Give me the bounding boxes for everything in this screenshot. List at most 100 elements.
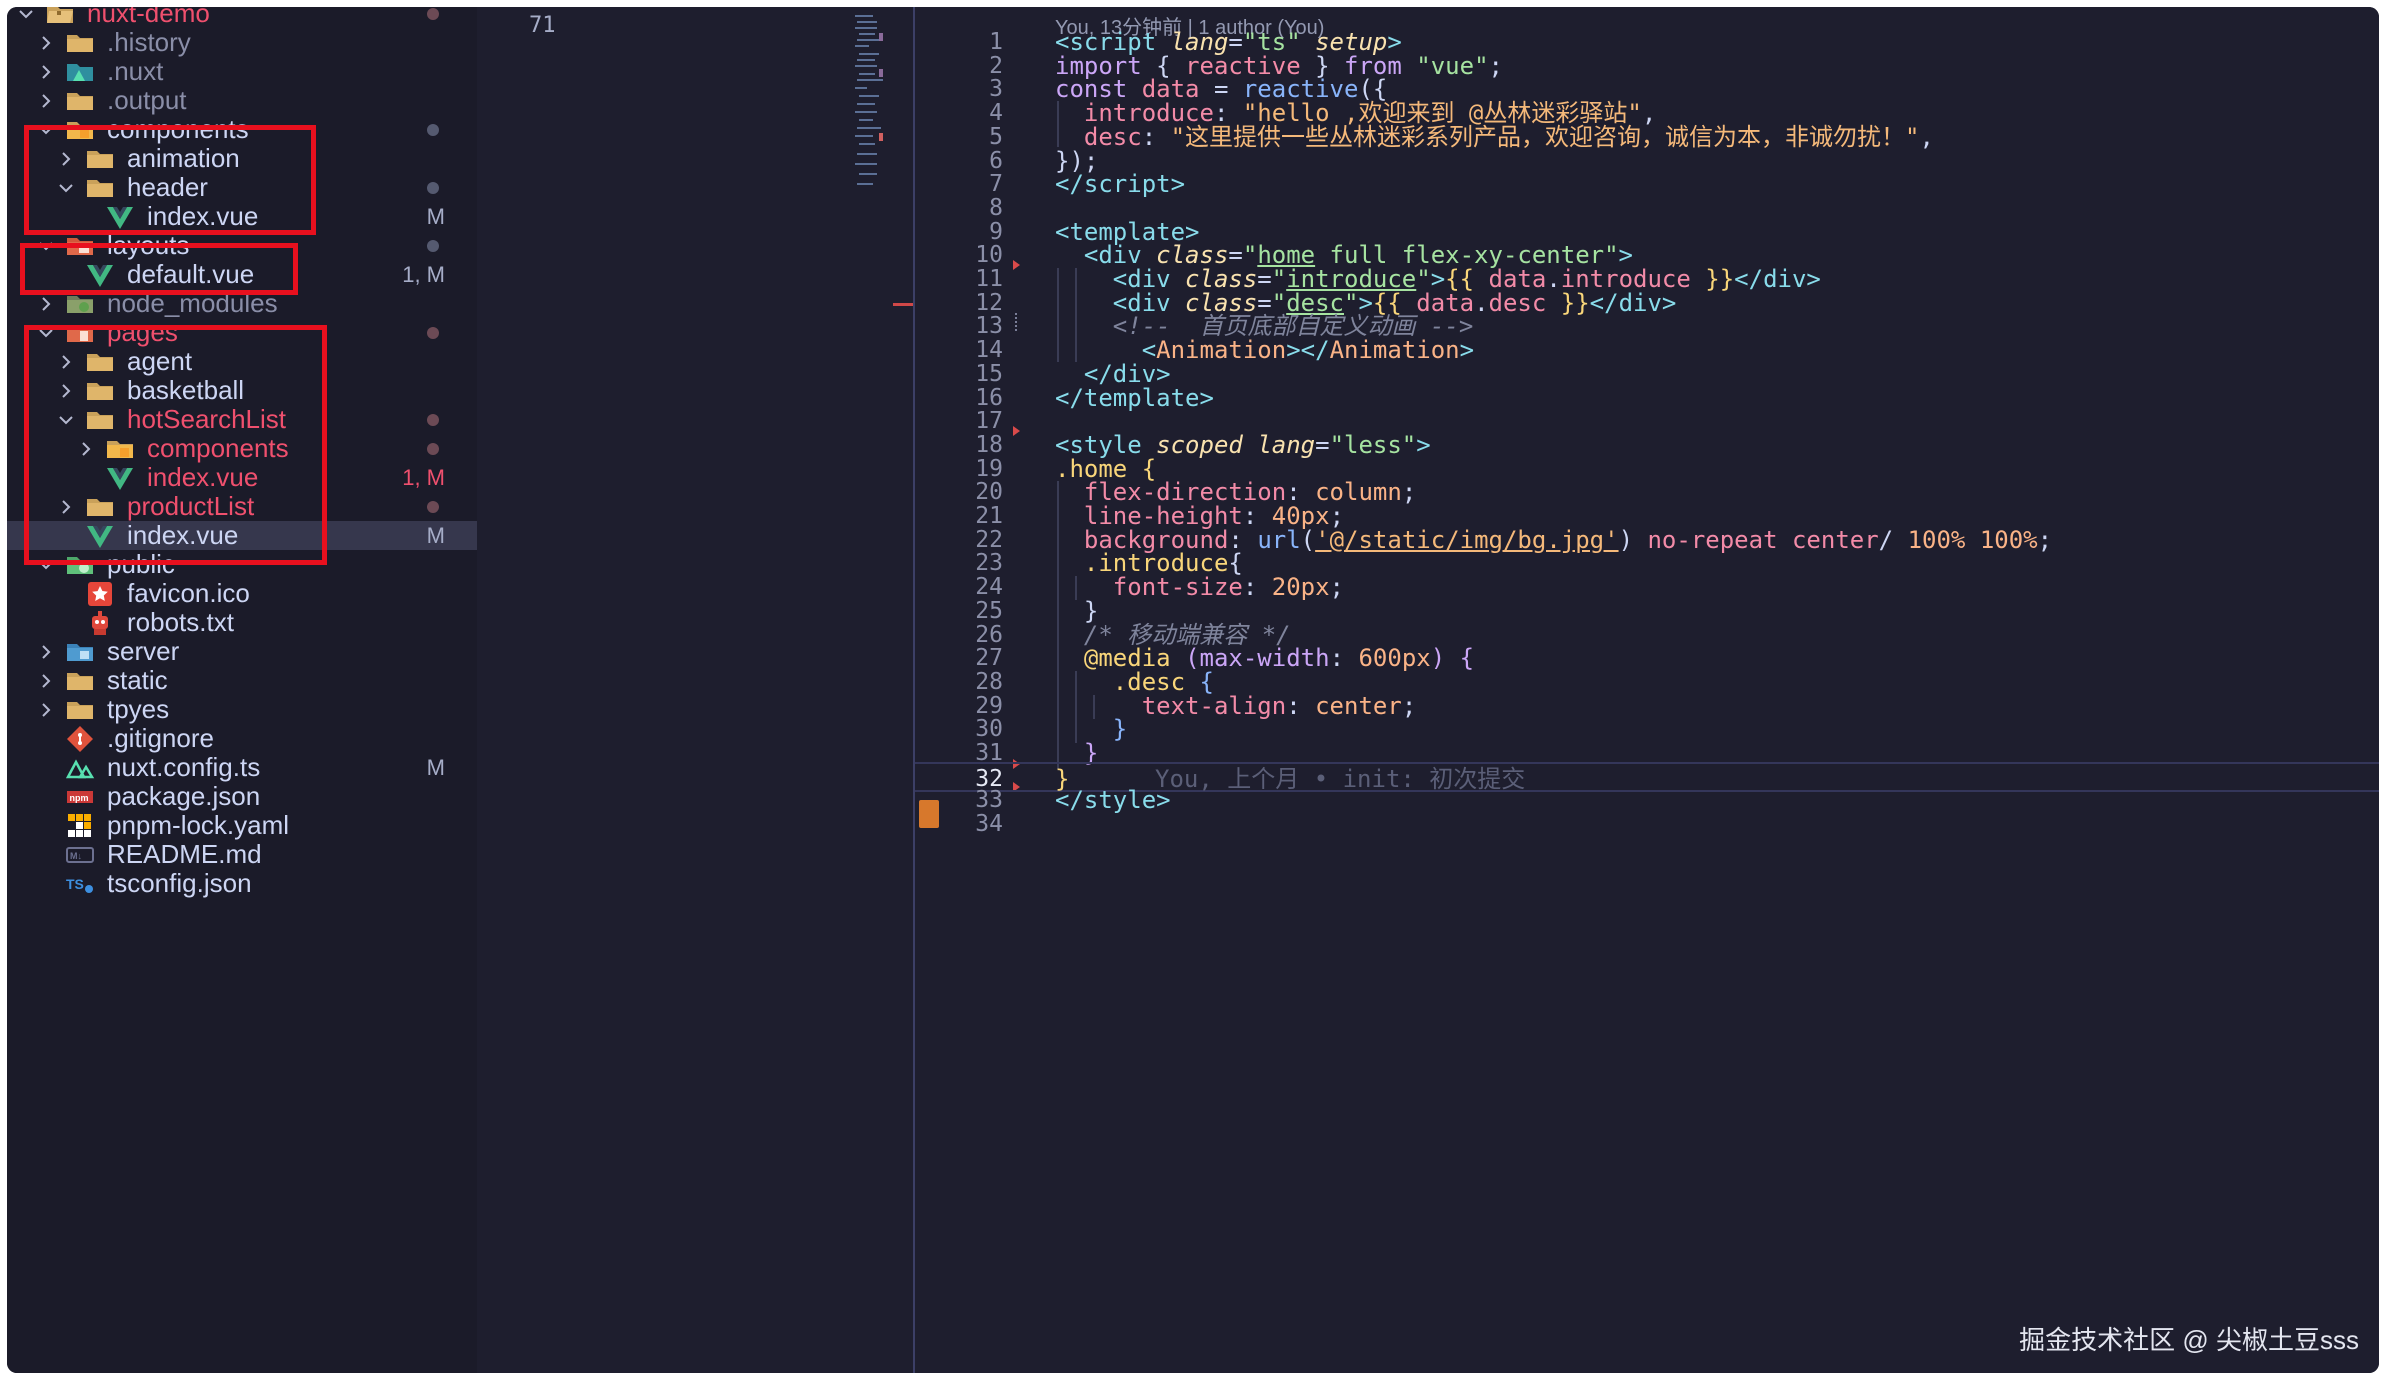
explorer-item-label: .history [107,27,191,57]
explorer-item-label: index.vue [147,462,259,492]
chevron-right-icon[interactable] [35,641,57,663]
explorer-item[interactable]: productList [7,491,477,521]
vscode-window: nuxt-demo .history .nuxt .output components a… [7,7,2379,1373]
watermark: 掘金技术社区 @ 尖椒土豆sss [2019,1325,2359,1355]
explorer-item[interactable]: default.vue 1, M [7,259,477,290]
modified-dot [427,500,439,513]
explorer-item[interactable]: index.vue M [7,201,477,232]
explorer-item[interactable]: TS tsconfig.json [7,868,477,898]
explorer-item[interactable]: tpyes [7,694,477,724]
code-line[interactable]: 34 [915,809,2379,839]
explorer-item-label: layouts [107,230,190,260]
chevron-down-icon[interactable] [55,177,77,199]
chevron-right-icon[interactable] [35,699,57,721]
explorer-item[interactable]: pages [7,317,477,347]
explorer-item[interactable]: basketball [7,375,477,406]
explorer-item[interactable]: server [7,636,477,666]
explorer-item[interactable]: public [7,549,477,580]
explorer-item[interactable]: node_modules [7,288,477,318]
explorer-item[interactable]: favicon.ico [7,578,477,609]
explorer-item-label: favicon.ico [127,578,250,608]
explorer-item[interactable]: components [7,433,477,464]
explorer-item[interactable]: pnpm-lock.yaml [7,810,477,840]
git-icon [65,724,95,754]
public-folder-icon [65,550,95,580]
vue-file-icon [105,202,135,232]
modified-dot [427,181,439,194]
folder-icon [85,376,115,406]
chevron-right-icon[interactable] [75,438,97,460]
explorer-item-label: README.md [107,839,262,869]
explorer-item-label: .gitignore [107,723,214,753]
chevron-down-icon[interactable] [35,119,57,141]
modified-dot [427,239,439,252]
git-status-badge: 1, M [402,261,445,287]
explorer-item[interactable]: index.vue 1, M [7,462,477,492]
minimap[interactable] [849,13,889,293]
explorer-item[interactable]: static [7,665,477,696]
layouts-folder-icon [65,231,95,261]
explorer-item[interactable]: hotSearchList [7,404,477,435]
explorer-item[interactable]: components [7,114,477,145]
line-number: 71 [529,13,556,38]
chevron-right-icon[interactable] [35,293,57,315]
chevron-down-icon[interactable] [35,235,57,257]
modified-dot [427,413,439,426]
explorer-item[interactable]: robots.txt [7,607,477,637]
explorer-item[interactable]: M↓ README.md [7,839,477,869]
chevron-down-icon[interactable] [35,322,57,344]
explorer-item[interactable]: nuxt-demo [7,7,477,28]
explorer-item-label: animation [127,143,240,173]
explorer-item-label: components [147,433,289,463]
chevron-right-icon[interactable] [55,496,77,518]
star-icon [85,579,115,609]
chevron-right-icon[interactable] [35,32,57,54]
explorer-item[interactable]: animation [7,143,477,174]
nuxt-icon [65,753,95,783]
git-status-badge: M [426,203,445,229]
folder-icon [85,405,115,435]
vue-file-icon [85,260,115,290]
folder-icon [85,144,115,174]
explorer-item-label: basketball [127,375,245,405]
components-folder-icon [105,434,135,464]
explorer-item-label: .nuxt [107,56,164,86]
explorer-item[interactable]: nuxt.config.ts M [7,752,477,783]
explorer-item-label: productList [127,491,255,521]
explorer-item[interactable]: .gitignore [7,723,477,754]
explorer-item[interactable]: header [7,172,477,202]
chevron-right-icon[interactable] [35,670,57,692]
explorer-item[interactable]: index.vue M [7,520,477,550]
explorer-item-label: header [127,172,208,202]
explorer-item-label: node_modules [107,288,278,318]
chevron-right-icon[interactable] [55,148,77,170]
chevron-down-icon[interactable] [15,7,37,25]
explorer-item[interactable]: layouts [7,230,477,261]
explorer-item[interactable]: agent [7,346,477,377]
explorer-item[interactable]: npm package.json [7,781,477,811]
code-editor[interactable]: You, 13分钟前 | 1 author (You) 1 <script lan… [915,7,2379,1373]
modified-dot [427,123,439,136]
explorer-item-label: index.vue [127,520,239,550]
chevron-right-icon[interactable] [55,380,77,402]
svg-text:TS: TS [66,876,84,892]
line-number: 34 [975,811,1003,837]
chevron-down-icon[interactable] [35,554,57,576]
explorer-item-label: hotSearchList [127,404,286,434]
components-folder-icon [65,115,95,145]
explorer-item[interactable]: .nuxt [7,56,477,86]
explorer-item-label: public [107,549,175,579]
folder-icon [65,666,95,696]
folder-icon [85,347,115,377]
explorer-item-label: components [107,114,249,144]
chevron-down-icon[interactable] [55,409,77,431]
chevron-right-icon[interactable] [35,61,57,83]
split-editor-pane[interactable]: 71 [477,7,913,1373]
chevron-right-icon[interactable] [55,351,77,373]
explorer-item[interactable]: .output [7,85,477,115]
explorer-item[interactable]: .history [7,27,477,57]
chevron-right-icon[interactable] [35,90,57,112]
